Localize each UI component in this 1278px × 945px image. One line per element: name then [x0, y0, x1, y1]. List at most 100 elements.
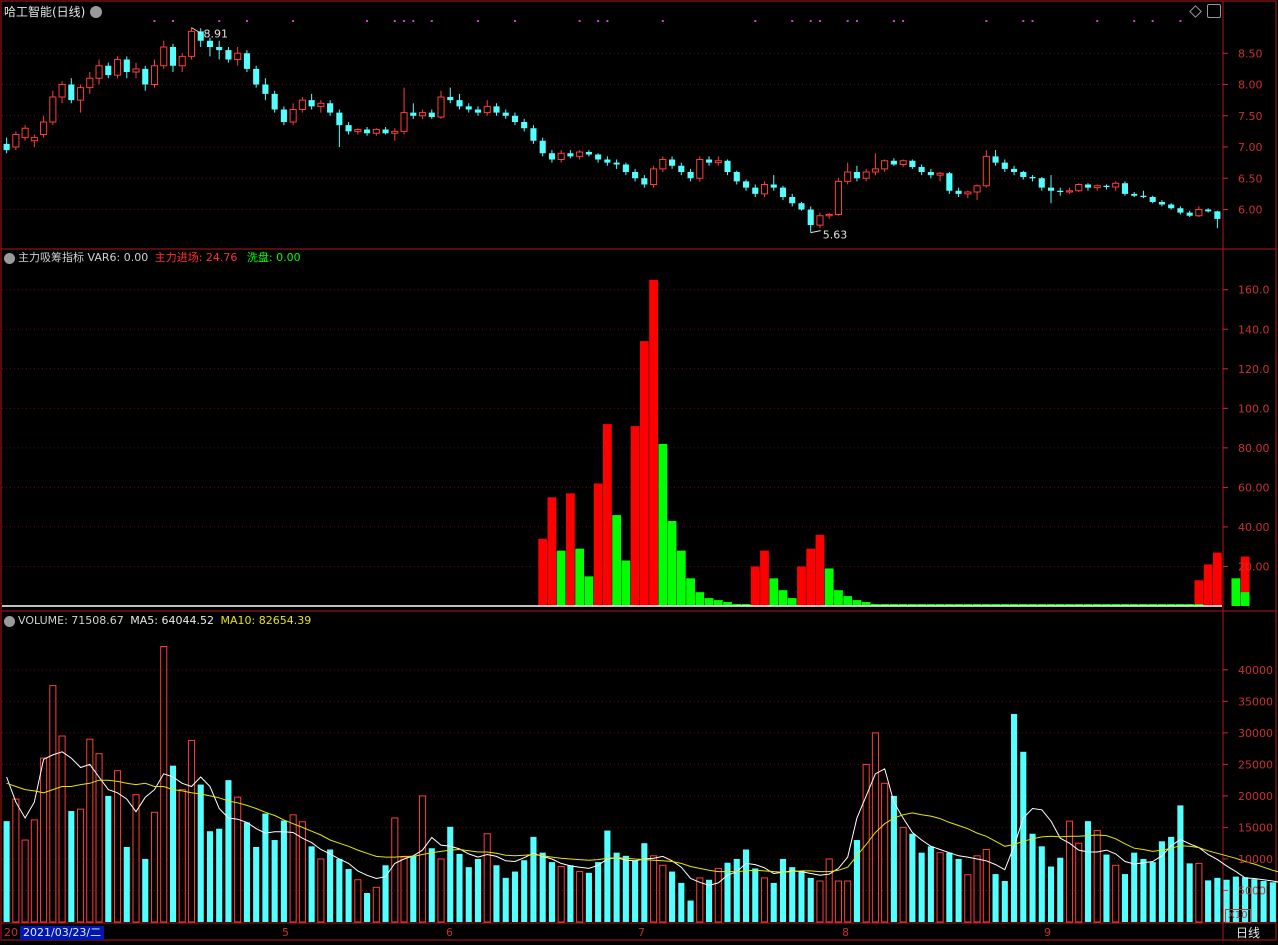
volume-bar [142, 858, 149, 922]
wash-bar [584, 576, 594, 606]
candle-body [298, 99, 306, 110]
volume-bar [49, 685, 57, 923]
month-6: 6 [446, 926, 453, 939]
candle-body [1131, 193, 1138, 196]
volume-bar [890, 795, 897, 922]
volume-bar [899, 826, 907, 923]
volume-bar [964, 874, 972, 923]
volume-bar [622, 855, 629, 922]
candle-body [77, 87, 85, 101]
indicator-tick-label: 100.0 [1238, 402, 1270, 415]
low-mark-label: 5.63 [823, 229, 848, 242]
candle-body [142, 68, 149, 85]
volume-bar [1038, 846, 1045, 922]
candle-body [613, 162, 620, 165]
volume-bar [178, 789, 186, 923]
volume-bar [789, 867, 796, 922]
volume-tick-label: 40000 [1238, 664, 1273, 677]
volume-bar [1001, 881, 1008, 922]
volume-bar [1149, 862, 1156, 922]
candle-body [955, 190, 962, 194]
candle-body [169, 47, 177, 66]
volume-bar [1269, 882, 1276, 922]
restore-icon[interactable] [1207, 4, 1221, 18]
signal-dot [985, 20, 988, 22]
candle-body [187, 30, 196, 57]
volume-tick-label: 5000 [1238, 884, 1266, 897]
candle-body [178, 55, 186, 67]
volume-bar [992, 874, 999, 922]
signal-dot [818, 20, 821, 22]
candle-body [1158, 202, 1165, 205]
volume-collapse-icon[interactable] [4, 616, 15, 627]
candle-body [595, 154, 602, 160]
volume-bar [428, 848, 435, 922]
candle-body [391, 130, 399, 134]
signal-dot [754, 20, 757, 22]
candle-body [105, 65, 112, 76]
wash-bar [787, 598, 797, 606]
volume-bar [632, 860, 639, 922]
volume-bar [678, 882, 685, 922]
signal-dot [412, 20, 415, 22]
indicator-collapse-icon[interactable] [4, 253, 15, 264]
candle-body [946, 173, 953, 191]
month-9: 9 [1044, 926, 1051, 939]
volume-bar [95, 753, 103, 923]
wash-bar [556, 550, 566, 606]
candle-body [1177, 208, 1184, 213]
candle-body [382, 129, 389, 134]
candle-body [206, 40, 214, 47]
volume-bar [576, 871, 584, 923]
candle-body [1084, 184, 1092, 188]
candle-body [1186, 212, 1193, 216]
volume-bar [1093, 830, 1101, 923]
ma10-label: MA10: [220, 614, 256, 627]
candle-body [1112, 182, 1120, 188]
var6-label: VAR6: [87, 251, 121, 264]
volume-bar [613, 852, 620, 922]
volume-bar [3, 821, 10, 922]
volume-bar [687, 900, 694, 922]
cursor-date[interactable]: 2021/03/23/二 [20, 926, 105, 940]
candle-body [372, 129, 380, 134]
candle-body [678, 165, 685, 172]
volume-bar [1177, 805, 1184, 922]
volume-bar [243, 822, 250, 922]
collapse-icon[interactable] [90, 6, 102, 18]
wash-bar [834, 590, 843, 606]
main-entry-bar [566, 493, 575, 606]
volume-bar [1121, 874, 1129, 922]
candle-body [760, 184, 769, 195]
stock-title: 哈工智能(日线) [4, 5, 86, 19]
wash-bar [778, 590, 788, 606]
wash-value: 0.00 [276, 251, 301, 264]
candle-body [816, 215, 824, 226]
volume-bar [539, 852, 546, 922]
volume-bar [40, 757, 48, 923]
indicator-tick-label: 60.00 [1238, 481, 1270, 494]
candle-body [585, 152, 592, 155]
candle-body [234, 52, 242, 60]
candle-body [1103, 185, 1110, 187]
volume-bar [511, 871, 519, 922]
volume-bar [696, 877, 704, 923]
volume-bar [825, 858, 833, 923]
period-label[interactable]: 日线 [1236, 926, 1260, 940]
candle-body [576, 151, 584, 157]
candle-body [271, 93, 278, 110]
indicator-tick-label: 160.0 [1238, 284, 1270, 297]
volume-bar [447, 826, 454, 922]
candle-body [1038, 178, 1045, 188]
wash-bar [1240, 592, 1250, 606]
volume-bar [105, 795, 112, 922]
volume-bar [1075, 842, 1083, 923]
candle-body [3, 143, 10, 151]
ma10-value: 82654.39 [258, 614, 312, 627]
volume-bar [973, 855, 981, 923]
candle-body [327, 103, 334, 113]
candle-body [521, 122, 528, 129]
candle-body [650, 168, 658, 185]
volume-bar [271, 840, 278, 922]
main-entry-bar [815, 534, 825, 606]
